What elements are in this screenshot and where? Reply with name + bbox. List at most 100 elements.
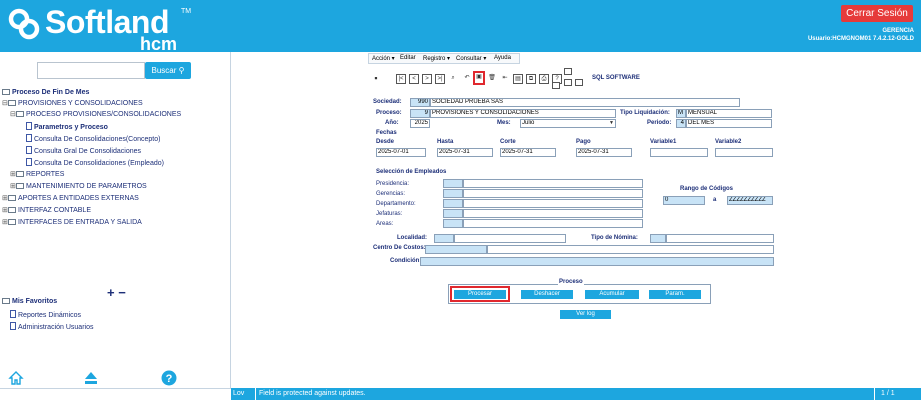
tree-item-parametros[interactable]: Parametros y Proceso — [26, 122, 108, 131]
tree-root[interactable]: Proceso De Fin De Mes — [2, 89, 89, 96]
procesar-button[interactable]: Procesar — [454, 290, 506, 299]
deshacer-button[interactable]: Deshacer — [521, 290, 573, 299]
document-icon — [26, 146, 32, 154]
menu-accion[interactable]: Acción ▾ — [372, 55, 395, 62]
tipo-liquidacion-name[interactable]: MENSUAL — [686, 109, 772, 118]
favorite-administracion[interactable]: Administración Usuarios — [10, 322, 93, 331]
tipo-nomina-code[interactable] — [650, 234, 666, 243]
zoom-icon[interactable] — [552, 82, 560, 89]
tipo-liquidacion-code[interactable]: M — [676, 109, 686, 118]
rango-desde-field[interactable]: 0 — [663, 196, 705, 205]
seleccion-label: Selección de Empleados — [376, 169, 447, 175]
ver-log-button[interactable]: Ver log — [560, 310, 611, 319]
departamento-name[interactable] — [463, 199, 643, 208]
departamento-label: Departamento: — [376, 201, 416, 207]
small-toolbar-icon[interactable] — [564, 68, 572, 75]
centro-costos-name[interactable] — [487, 245, 774, 254]
delete-icon[interactable]: 🗑 — [487, 74, 497, 84]
document-icon — [10, 322, 16, 330]
tree-item-interfaz-contable[interactable]: ⊞ INTERFAZ CONTABLE — [2, 206, 91, 214]
desde-field[interactable]: 2025-07-01 — [376, 148, 426, 157]
gerencias-name[interactable] — [463, 189, 643, 198]
tree-item-mantenimiento[interactable]: ⊞ MANTENIMIENTO DE PARAMETROS — [10, 182, 147, 190]
folder-icon — [16, 171, 24, 177]
menu-ayuda[interactable]: Ayuda — [494, 55, 511, 61]
status-bar: Lov Field is protected against updates. … — [231, 388, 921, 400]
expand-collapse-all[interactable]: + − — [107, 285, 126, 300]
trademark: TM — [181, 8, 192, 15]
areas-code[interactable] — [443, 219, 463, 228]
presidencia-name[interactable] — [463, 179, 643, 188]
undo-icon[interactable]: ↶ — [462, 74, 472, 84]
prev-record-icon[interactable]: < — [409, 74, 419, 84]
anio-field[interactable]: 2025 — [410, 119, 430, 128]
variable2-label: Variable2 — [715, 139, 742, 145]
param-button[interactable]: Param. — [649, 290, 701, 299]
tree-item-reportes[interactable]: ⊞ REPORTES — [10, 170, 64, 178]
tree-item-interfaces[interactable]: ⊞ INTERFACES DE ENTRADA Y SALIDA — [2, 218, 142, 226]
logout-button[interactable]: Cerrar Sesión — [841, 5, 913, 22]
variable2-field[interactable] — [715, 148, 773, 157]
mes-select[interactable]: Julio — [520, 119, 616, 128]
menu-editar[interactable]: Editar — [400, 55, 416, 61]
tree-item-aportes[interactable]: ⊞ APORTES A ENTIDADES EXTERNAS — [2, 194, 139, 202]
insert-icon[interactable]: ▤ — [513, 74, 523, 84]
sociedad-name[interactable]: SOCIEDAD PRUEBA SAS — [430, 98, 740, 107]
centro-costos-code[interactable] — [425, 245, 487, 254]
rango-hasta-field[interactable]: ZZZZZZZZZZ — [727, 196, 773, 205]
localidad-code[interactable] — [434, 234, 454, 243]
favorite-reportes[interactable]: Reportes Dinámicos — [10, 310, 81, 319]
proceso-name[interactable]: PROVISIONES Y CONSOLIDACIONES — [430, 109, 616, 118]
periodo-code[interactable]: 4 — [676, 119, 686, 128]
jefaturas-name[interactable] — [463, 209, 643, 218]
help-icon[interactable]: ? — [161, 370, 177, 386]
sociedad-code[interactable]: 990 — [410, 98, 430, 107]
exit-icon[interactable]: ⇤ — [500, 74, 510, 84]
last-record-icon[interactable]: >| — [435, 74, 445, 84]
save-icon[interactable]: ▣ — [473, 71, 485, 85]
areas-name[interactable] — [463, 219, 643, 228]
gerencias-code[interactable] — [443, 189, 463, 198]
tipo-nomina-name[interactable] — [666, 234, 774, 243]
query-icon[interactable]: ⌕ — [448, 74, 458, 84]
print-icon[interactable]: ⎙ — [539, 74, 549, 84]
status-divider — [874, 388, 875, 400]
home-icon[interactable] — [8, 370, 24, 386]
folder-icon — [16, 111, 24, 117]
first-record-icon[interactable]: |< — [396, 74, 406, 84]
proceso-code[interactable]: 9 — [410, 109, 430, 118]
condicion-field[interactable] — [420, 257, 774, 266]
mes-label: Mes: — [497, 120, 511, 126]
copy-icon[interactable]: ⧉ — [526, 74, 536, 84]
menu-consultar[interactable]: Consultar ▾ — [456, 55, 486, 62]
folder-icon — [2, 298, 10, 304]
eject-icon[interactable] — [83, 370, 99, 386]
softland-logo: Softland TM hcm — [7, 4, 207, 54]
tree-item-proceso-provisiones[interactable]: ⊟ PROCESO PROVISIONES/CONSOLIDACIONES — [10, 110, 181, 118]
hasta-field[interactable]: 2025-07-31 — [437, 148, 493, 157]
tree-item-consulta-concepto[interactable]: Consulta De Consolidaciones(Concepto) — [26, 134, 160, 143]
variable1-field[interactable] — [650, 148, 708, 157]
corte-field[interactable]: 2025-07-31 — [500, 148, 556, 157]
list-icon[interactable] — [564, 79, 572, 86]
periodo-name[interactable]: DEL MES — [686, 119, 772, 128]
next-record-icon[interactable]: > — [422, 74, 432, 84]
favorites-root[interactable]: Mis Favoritos — [2, 298, 57, 305]
pago-field[interactable]: 2025-07-31 — [576, 148, 632, 157]
search-button-label: Buscar — [151, 66, 177, 75]
jefaturas-label: Jefaturas: — [376, 211, 403, 217]
hasta-label: Hasta — [437, 139, 454, 145]
tree-item-consulta-gral[interactable]: Consulta Gral De Consolidaciones — [26, 146, 141, 155]
search-button[interactable]: Buscar ⚲ — [145, 62, 191, 79]
jefaturas-code[interactable] — [443, 209, 463, 218]
tree-item-consulta-empleado[interactable]: Consulta De Consolidaciones (Empleado) — [26, 158, 164, 167]
tree-item-provisiones[interactable]: ⊟ PROVISIONES Y CONSOLIDACIONES — [2, 99, 143, 107]
localidad-name[interactable] — [454, 234, 566, 243]
departamento-code[interactable] — [443, 199, 463, 208]
menu-registro[interactable]: Registro ▾ — [423, 55, 450, 62]
acumular-button[interactable]: Acumular — [585, 290, 639, 299]
sociedad-label: Sociedad: — [373, 99, 402, 105]
search-input[interactable] — [37, 62, 145, 79]
presidencia-code[interactable] — [443, 179, 463, 188]
export-icon[interactable] — [575, 79, 583, 86]
